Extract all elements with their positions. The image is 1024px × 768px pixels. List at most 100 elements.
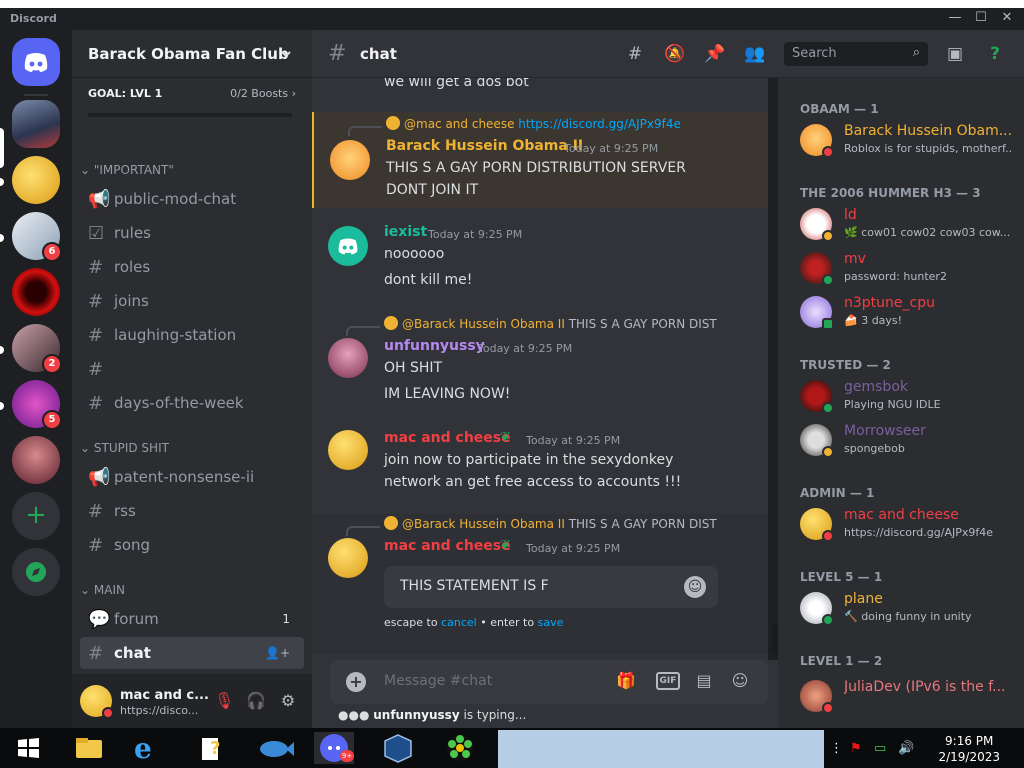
help-file-icon[interactable]: ? xyxy=(192,732,232,764)
close-button[interactable]: ✕ xyxy=(1000,11,1014,25)
avatar[interactable] xyxy=(328,338,368,378)
member-item[interactable]: mac and cheese https://discord.gg/AJPx9f… xyxy=(800,504,1022,546)
message-author[interactable]: Barack Hussein Obama II xyxy=(386,138,583,154)
clock[interactable]: 9:16 PM 2/19/2023 xyxy=(938,733,1000,765)
avatar[interactable] xyxy=(328,538,368,578)
member-item[interactable]: JuliaDev (IPv6 is the f... xyxy=(800,676,1022,718)
file-explorer-icon[interactable] xyxy=(68,732,108,764)
reply-preview[interactable]: @mac and cheese https://discord.gg/AJPx9… xyxy=(386,116,681,131)
home-button[interactable] xyxy=(12,38,60,86)
message-author[interactable]: iexist xyxy=(384,224,427,240)
channel-rss[interactable]: # rss xyxy=(80,495,304,527)
cancel-link[interactable]: cancel xyxy=(441,616,477,629)
app-name: Discord xyxy=(10,12,57,25)
server-name: Barack Obama Fan Club xyxy=(88,45,289,63)
channel-days-of-the-week[interactable]: # days-of-the-week xyxy=(80,387,304,419)
invite-member-icon[interactable]: 👤+ xyxy=(265,646,290,660)
channel-patent-nonsense-ii[interactable]: 📢 patent-nonsense-ii xyxy=(80,461,304,493)
save-link[interactable]: save xyxy=(538,616,564,629)
channel-chat[interactable]: # chat 👤+ xyxy=(80,637,304,669)
network-icon[interactable]: ▭ xyxy=(874,741,886,756)
server-icon-7[interactable] xyxy=(12,436,60,484)
add-server-icon[interactable]: + xyxy=(12,492,60,540)
avatar[interactable] xyxy=(328,226,368,266)
channel-roles[interactable]: # roles xyxy=(80,251,304,283)
channel-rules[interactable]: ☑ rules xyxy=(80,217,304,249)
headphones-icon[interactable]: 🎧 xyxy=(246,691,266,711)
server-barack-obama-fan-club[interactable] xyxy=(12,100,60,148)
member-item[interactable]: gemsbok Playing NGU IDLE xyxy=(800,376,1022,418)
explore-servers-button[interactable] xyxy=(12,548,60,596)
icq-icon[interactable] xyxy=(440,732,480,764)
gear-icon[interactable]: ⚙ xyxy=(278,691,298,711)
reply-author: @mac and cheese xyxy=(404,117,515,131)
volume-icon[interactable]: 🔊 xyxy=(898,741,914,756)
boost-goal[interactable]: GOAL: LVL 1 0/2 Boosts › xyxy=(88,87,296,117)
discord-taskbar-icon[interactable]: 9+ xyxy=(314,732,354,764)
gift-icon[interactable]: 🎁 xyxy=(614,671,638,693)
fish-app-icon[interactable] xyxy=(254,732,294,764)
avatar[interactable] xyxy=(330,140,370,180)
channel-public-mod-chat[interactable]: 📢 public-mod-chat xyxy=(80,183,304,215)
active-window-thumbnail[interactable] xyxy=(498,730,824,768)
category-main[interactable]: ⌄ MAIN xyxy=(80,583,125,597)
flag-icon[interactable]: ⚑ xyxy=(850,741,862,756)
member-item[interactable]: plane 🔨 doing funny in unity xyxy=(800,588,1022,630)
os-taskbar: e ? 9+ ⋮ ⚑ ▭ 🔊 9:16 PM 2/19/2023 xyxy=(0,728,1024,768)
member-item[interactable]: ld 🌿 cow01 cow02 cow03 cow... xyxy=(800,204,1022,246)
emoji-icon[interactable]: ☺ xyxy=(684,576,706,598)
message-author[interactable]: unfunnyussy xyxy=(384,338,485,354)
typing-user: unfunnyussy xyxy=(373,708,460,722)
emoji-icon[interactable]: ☺ xyxy=(728,671,752,693)
channel-forum[interactable]: 💬 forum 1 xyxy=(80,603,304,635)
minimize-button[interactable]: — xyxy=(948,11,962,25)
notifications-muted-icon[interactable]: 🔕 xyxy=(664,44,686,66)
channel-song[interactable]: # song xyxy=(80,529,304,561)
search-input[interactable]: Search ⌕ xyxy=(784,42,928,66)
help-icon[interactable]: ? xyxy=(984,44,1006,66)
hash-icon: # xyxy=(88,393,104,414)
channel-laughing-station[interactable]: # laughing-station xyxy=(80,319,304,351)
inbox-icon[interactable]: ▣ xyxy=(944,44,966,66)
mention-badge: 6 xyxy=(42,242,62,262)
message-author[interactable]: mac and cheese xyxy=(384,538,511,554)
server-icon-4[interactable] xyxy=(12,268,60,316)
reply-link[interactable]: https://discord.gg/AJPx9f4e xyxy=(518,117,681,131)
category-stupid[interactable]: ⌄ STUPID SHIT xyxy=(80,441,169,455)
add-attachment-icon[interactable]: + xyxy=(346,672,366,692)
member-item[interactable]: Barack Hussein Obam... Roblox is for stu… xyxy=(800,120,1022,162)
edit-message-input[interactable]: THIS STATEMENT IS F ☺ xyxy=(384,566,718,608)
message-line: THIS S A GAY PORN DISTRIBUTION SERVER xyxy=(386,160,686,176)
channel-label: rules xyxy=(114,224,151,242)
message-fragment: we will get a dos bot xyxy=(384,78,529,90)
member-item[interactable]: n3ptune_cpu 🍰 3 days! xyxy=(800,292,1022,334)
channel-unnamed[interactable]: # xyxy=(80,353,304,385)
server-cheese[interactable] xyxy=(12,156,60,204)
virtualbox-icon[interactable] xyxy=(378,732,418,764)
sticker-icon[interactable]: ▤ xyxy=(692,671,716,693)
category-important[interactable]: ⌄ "IMPORTANT" xyxy=(80,163,174,177)
start-button[interactable] xyxy=(8,732,48,764)
role-icon: ❦ xyxy=(500,538,511,553)
gif-button[interactable]: GIF xyxy=(656,672,680,690)
overflow-icon[interactable]: ⋮ xyxy=(830,741,843,756)
message-author[interactable]: mac and cheese xyxy=(384,430,511,446)
avatar[interactable] xyxy=(328,430,368,470)
message-input[interactable]: + Message #chat 🎁 GIF ▤ ☺ xyxy=(330,660,768,704)
member-item[interactable]: Morrowseer spongebob xyxy=(800,420,1022,462)
threads-icon[interactable]: # xyxy=(624,44,646,66)
mobile-status-dot xyxy=(822,318,834,330)
channel-joins[interactable]: # joins xyxy=(80,285,304,317)
reply-preview[interactable]: @Barack Hussein Obama II THIS S A GAY PO… xyxy=(384,316,717,331)
server-list-divider xyxy=(24,94,48,96)
member-list-icon[interactable]: 👥 xyxy=(744,44,766,66)
mute-icon[interactable]: 🎙 xyxy=(214,691,234,711)
internet-explorer-icon[interactable]: e xyxy=(128,732,168,765)
maximize-button[interactable]: ☐ xyxy=(974,11,988,25)
message-line: OH SHIT xyxy=(384,360,443,376)
member-status: password: hunter2 xyxy=(844,270,947,283)
member-item[interactable]: mv password: hunter2 xyxy=(800,248,1022,290)
server-header[interactable]: Barack Obama Fan Club xyxy=(72,30,312,78)
reply-preview[interactable]: @Barack Hussein Obama II THIS S A GAY PO… xyxy=(384,516,717,531)
pin-icon[interactable]: 📌 xyxy=(704,44,726,66)
